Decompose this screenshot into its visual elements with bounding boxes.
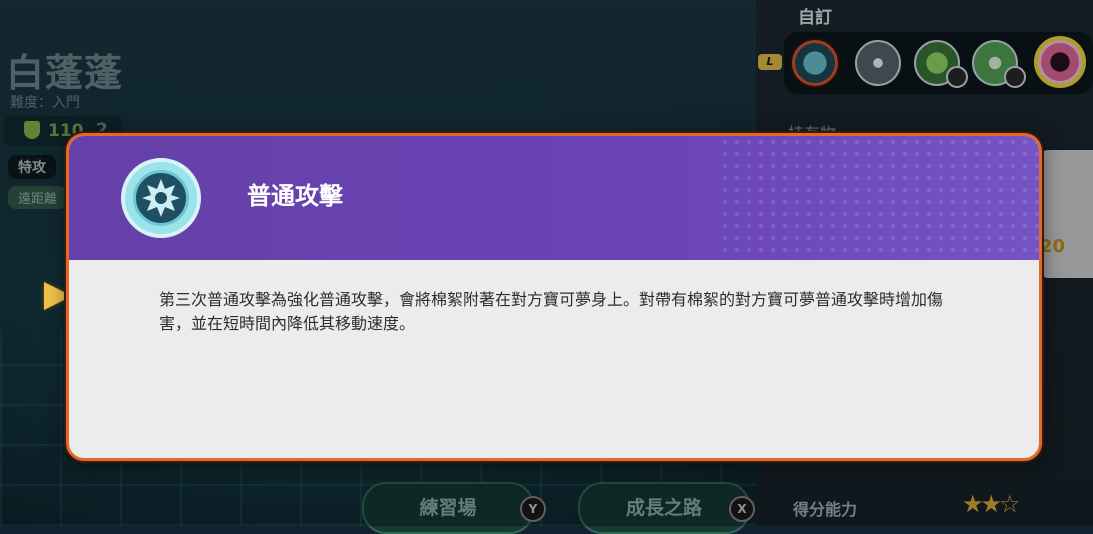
skill-title: 普通攻擊 [247,182,343,210]
skill-icon-core [133,170,189,226]
burst-star-icon [142,179,180,217]
modal-header: 普通攻擊 [69,136,1039,260]
skill-description: 第三次普通攻擊為強化普通攻擊，會將棉絮附著在對方寶可夢身上。對帶有棉絮的對方寶可… [159,290,944,333]
skill-detail-modal: 普通攻擊 第三次普通攻擊為強化普通攻擊，會將棉絮附著在對方寶可夢身上。對帶有棉絮… [66,133,1042,461]
basic-attack-skill-icon [121,158,201,238]
